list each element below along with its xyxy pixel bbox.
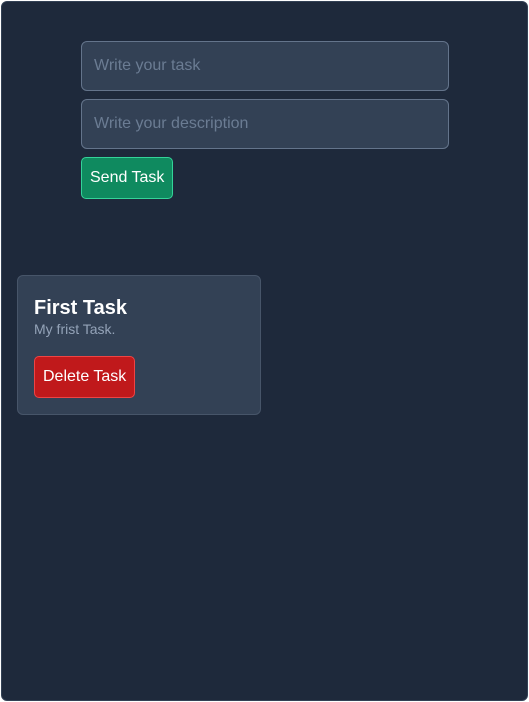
- task-card: First Task My frist Task. Delete Task: [17, 275, 261, 415]
- task-title: First Task: [34, 297, 127, 319]
- send-task-button[interactable]: Send Task: [81, 157, 174, 199]
- task-description: My frist Task.: [34, 321, 116, 337]
- app-container: Send Task First Task My frist Task. Dele…: [1, 1, 528, 701]
- task-form: Send Task: [81, 41, 449, 199]
- task-title-input[interactable]: [81, 41, 449, 91]
- delete-task-button[interactable]: Delete Task: [34, 356, 136, 398]
- task-description-input[interactable]: [81, 99, 449, 149]
